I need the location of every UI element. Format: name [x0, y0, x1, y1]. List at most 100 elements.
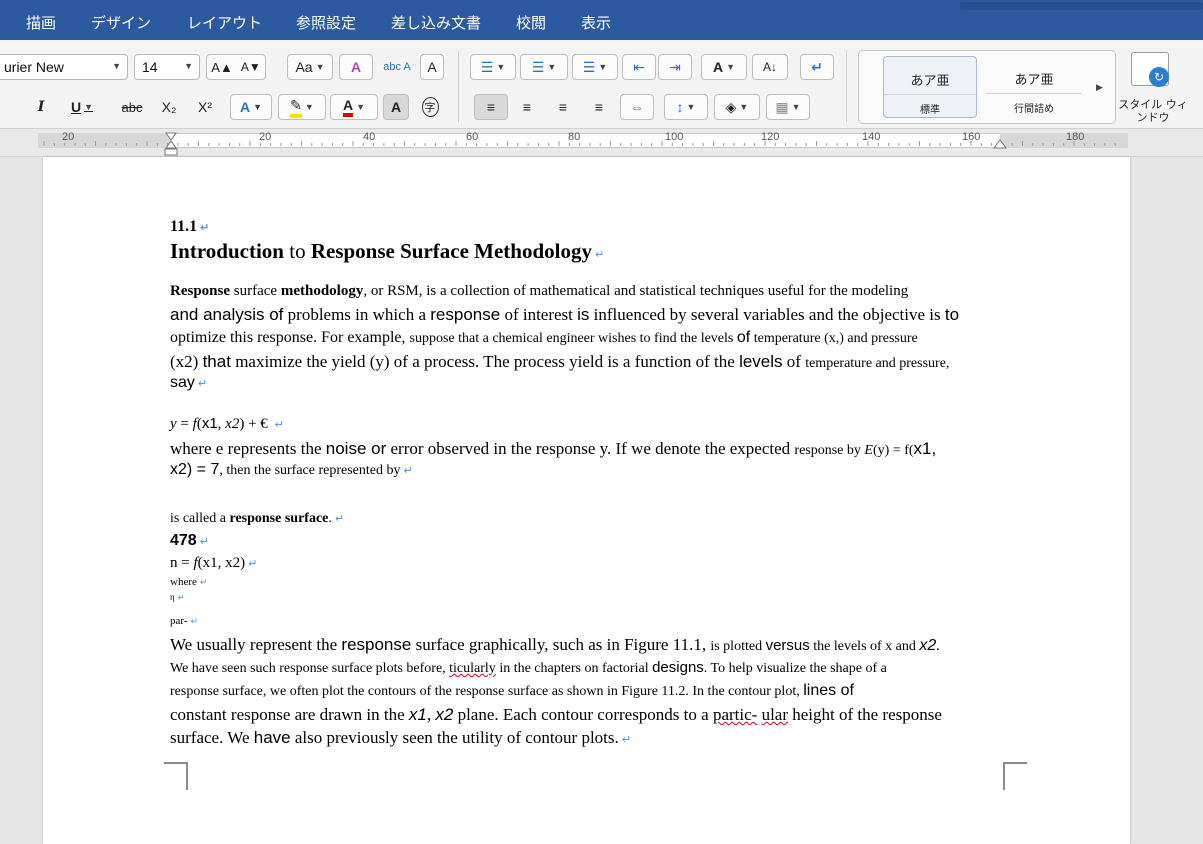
paragraph-mark: ↵ [197, 377, 208, 390]
page-number-text: 478 [170, 532, 197, 549]
decrease-indent-button[interactable]: ⇤ [622, 54, 656, 80]
tab-mailings[interactable]: 差し込み文書 [391, 12, 481, 33]
paragraph-mark: ↵ [177, 593, 185, 602]
left-indent-marker [164, 148, 178, 156]
subscript-button[interactable]: X₂ [154, 94, 184, 120]
align-right-button[interactable]: ≡ [548, 94, 578, 120]
tab-references[interactable]: 参照設定 [296, 12, 356, 33]
text-run: of interest [500, 305, 578, 324]
underline-button[interactable]: U ▼ [64, 94, 100, 120]
asian-layout-button[interactable]: A ▼ [701, 54, 747, 80]
superscript-button[interactable]: X² [190, 94, 220, 120]
distributed-button[interactable]: ⇔ [620, 94, 654, 120]
text-run: levels [739, 352, 783, 371]
text-run: is called a [170, 511, 230, 526]
bullets-button[interactable]: ☰ ▼ [470, 54, 516, 80]
text-run: surface. We [170, 728, 254, 747]
style-divider [884, 94, 976, 95]
subscript-icon: X₂ [161, 99, 177, 115]
align-center-button[interactable]: ≡ [512, 94, 542, 120]
tab-review[interactable]: 校閲 [516, 12, 546, 33]
chevron-down-icon: ▼ [184, 61, 193, 71]
line-spacing-button[interactable]: ↕ ▼ [664, 94, 708, 120]
italic-button[interactable]: I [30, 94, 52, 120]
change-case-button[interactable]: Aa ▼ [287, 54, 333, 80]
paragraph-mark-icon: ↵ [811, 58, 823, 75]
grow-font-icon[interactable]: A▲ [211, 60, 233, 75]
text-run: (x1, x2) [197, 555, 246, 571]
char-border-button[interactable]: A [420, 54, 444, 80]
spelling-error-word[interactable]: ular [762, 705, 788, 724]
sort-button[interactable]: A↓ [752, 54, 788, 80]
spelling-error-word[interactable]: ticularly [449, 661, 496, 676]
multilevel-list-icon: ☰ [582, 58, 596, 75]
gallery-next-icon[interactable]: ▶ [1096, 82, 1103, 93]
text-run: η [170, 592, 175, 602]
style-no-spacing[interactable]: あア亜 行間詰め [987, 56, 1081, 118]
ruler-number: 40 [363, 131, 376, 143]
tab-layout[interactable]: レイアウト [187, 12, 262, 33]
text-line: where e represents the noise or error ob… [170, 439, 936, 459]
ruler-number: 120 [761, 131, 780, 143]
text-line: We usually represent the response surfac… [170, 635, 941, 655]
numbering-button[interactable]: ☰ ▼ [520, 54, 568, 80]
text-run: to [944, 305, 960, 324]
strikethrough-button[interactable]: abc [114, 94, 150, 120]
text-run: response [341, 635, 412, 654]
ruler-number: 20 [62, 131, 75, 143]
show-marks-button[interactable]: ↵ [800, 54, 834, 80]
font-color-button[interactable]: A ▼ [330, 94, 378, 120]
text-run: ) + € [239, 416, 272, 432]
tab-draw[interactable]: 描画 [26, 12, 56, 33]
chevron-down-icon: ▼ [791, 102, 801, 112]
text-run: error observed in the response y. If we … [386, 439, 795, 458]
clear-format-button[interactable]: A [339, 54, 373, 80]
align-left-button[interactable]: ≡ [474, 94, 508, 120]
search-bar[interactable] [960, 2, 1203, 10]
text-run: have [253, 728, 291, 747]
font-size-select[interactable]: 14 ▼ [134, 54, 200, 80]
style-window-label[interactable]: スタイル ウィンドウ [1118, 98, 1188, 124]
text-run: influenced by several variables and the … [589, 305, 945, 324]
text-run: We usually represent the [170, 635, 342, 654]
chevron-down-icon: ▼ [356, 102, 366, 112]
font-name-select[interactable]: urier New ▼ [0, 54, 128, 80]
spelling-error-word[interactable]: partic- [713, 705, 757, 724]
style-window-icon[interactable]: ↻ [1131, 52, 1169, 87]
ruler-ticks [43, 132, 1116, 156]
phonetic-guide-button[interactable]: abc A [376, 54, 418, 80]
text-run: versus [765, 637, 810, 654]
title-part: Introduction [170, 239, 284, 263]
text-run: surface graphically, such as in Figure 1… [411, 635, 711, 654]
text-run: plane. Each contour corresponds to a [453, 705, 713, 724]
text-run: x2 [435, 705, 454, 724]
text-run: par- [170, 615, 188, 627]
chevron-down-icon: ▼ [686, 102, 696, 112]
text-run: maximize the yield (y) of a process. The… [230, 352, 740, 371]
text-run: height of the response [788, 705, 942, 724]
text-line: constant response are drawn in the x1, x… [170, 705, 942, 725]
paragraph-mark: ↵ [621, 733, 631, 746]
paragraph-mark: ↵ [403, 464, 413, 477]
tab-view[interactable]: 表示 [581, 12, 611, 33]
horizontal-ruler[interactable]: 20 20 40 60 80 100 120 140 160 180 [0, 129, 1203, 157]
paint-bucket-icon: ◈ [725, 98, 737, 115]
enclose-char-button[interactable]: 字 [414, 94, 446, 120]
char-shading-button[interactable]: A [383, 94, 409, 120]
increase-indent-button[interactable]: ⇥ [658, 54, 692, 80]
justify-button[interactable]: ≡ [584, 94, 614, 120]
line-spacing-icon: ↕ [676, 99, 684, 115]
tab-design[interactable]: デザイン [91, 12, 151, 33]
shrink-font-icon[interactable]: A▼ [241, 60, 261, 74]
borders-button[interactable]: ▦ ▼ [766, 94, 810, 120]
document-page[interactable]: 11.1 ↵ Introduction to Response Surface M… [43, 157, 1130, 844]
text-run: x1 [201, 415, 218, 432]
ruler-number: 60 [466, 131, 479, 143]
text-line: is called a response surface. ↵ [170, 511, 344, 527]
highlight-button[interactable]: ✎ ▼ [278, 94, 326, 120]
style-normal[interactable]: あア亜 標準 [883, 56, 977, 118]
enclose-char-icon: 字 [421, 97, 439, 117]
shading-button[interactable]: ◈ ▼ [714, 94, 760, 120]
multilevel-list-button[interactable]: ☰ ▼ [572, 54, 618, 80]
text-effects-button[interactable]: A ▼ [230, 94, 272, 120]
